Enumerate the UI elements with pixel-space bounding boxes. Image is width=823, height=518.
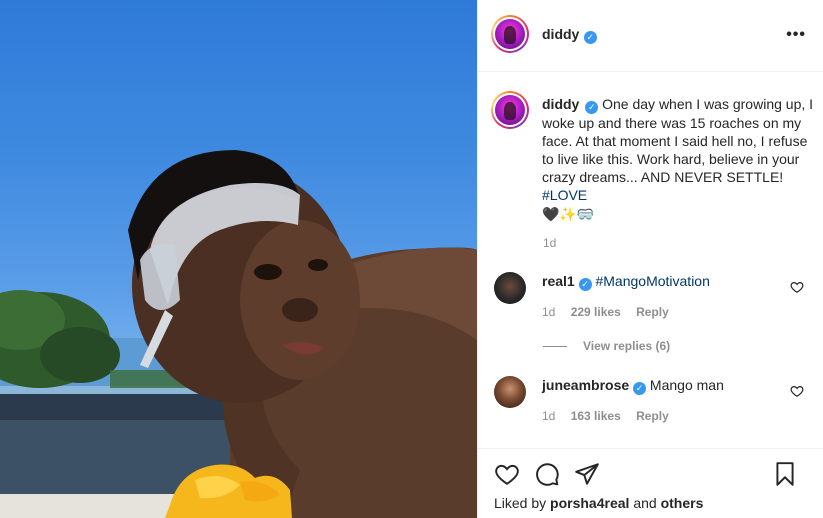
replies-divider xyxy=(543,346,567,348)
share-icon[interactable] xyxy=(574,461,600,487)
commenter-username[interactable]: juneambrose xyxy=(542,377,629,393)
comment-text: Mango man xyxy=(649,377,724,393)
liked-by-others[interactable]: others xyxy=(661,495,704,511)
comment-reply-button[interactable]: Reply xyxy=(636,305,669,319)
commenter-username[interactable]: real1 xyxy=(542,273,575,289)
author-username[interactable]: diddy xyxy=(542,26,579,42)
more-options-icon[interactable]: ••• xyxy=(786,26,806,44)
comment-heart-icon[interactable] xyxy=(790,280,804,294)
liked-by-prefix: Liked by xyxy=(494,495,547,511)
bookmark-icon[interactable] xyxy=(772,461,798,487)
comment-meta: 1d 163 likes Reply xyxy=(542,409,681,423)
post-actions: Liked by porsha4real and others xyxy=(478,448,823,518)
liked-by-user[interactable]: porsha4real xyxy=(550,495,629,511)
comment-hashtag[interactable]: #MangoMotivation xyxy=(595,273,709,289)
post-header: diddy ✓ ••• xyxy=(478,0,823,72)
post-panel: diddy ✓ ••• diddy ✓ One day when I was g… xyxy=(477,0,823,518)
verified-badge-icon: ✓ xyxy=(633,382,647,395)
comment-heart-icon[interactable] xyxy=(790,384,804,398)
verified-badge-icon: ✓ xyxy=(585,101,599,114)
view-replies-button[interactable]: View replies (6) xyxy=(543,339,670,353)
comment-body: juneambrose ✓ Mango man xyxy=(542,377,782,395)
author-avatar[interactable] xyxy=(491,15,529,53)
verified-badge-icon: ✓ xyxy=(578,278,592,291)
comment-body: real1 ✓ #MangoMotivation xyxy=(542,273,782,291)
caption-emojis: 🖤✨🥽 xyxy=(542,206,595,222)
heart-icon[interactable] xyxy=(494,461,520,487)
comment-likes[interactable]: 229 likes xyxy=(571,305,621,319)
comment-meta: 1d 229 likes Reply xyxy=(542,305,681,319)
liked-by-and: and xyxy=(633,495,657,511)
caption-text: One day when I was growing up, I woke up… xyxy=(542,96,814,185)
caption-author-username[interactable]: diddy xyxy=(542,96,579,112)
post-photo xyxy=(0,150,477,518)
comment-age[interactable]: 1d xyxy=(542,409,555,423)
post-media[interactable] xyxy=(0,0,477,518)
verified-badge-icon: ✓ xyxy=(583,31,597,44)
comment-likes[interactable]: 163 likes xyxy=(571,409,621,423)
caption-hashtag[interactable]: #LOVE xyxy=(542,187,587,203)
comment-reply-button[interactable]: Reply xyxy=(636,409,669,423)
liked-by-text: Liked by porsha4real and others xyxy=(494,495,703,511)
comment-age[interactable]: 1d xyxy=(542,305,555,319)
commenter-avatar[interactable] xyxy=(494,272,526,304)
post-caption: diddy ✓ One day when I was growing up, I… xyxy=(542,95,814,223)
caption-author-avatar[interactable] xyxy=(491,91,529,129)
view-replies-label: View replies (6) xyxy=(583,339,671,353)
caption-age[interactable]: 1d xyxy=(543,236,556,250)
commenter-avatar[interactable] xyxy=(494,376,526,408)
comment-icon[interactable] xyxy=(534,461,560,487)
